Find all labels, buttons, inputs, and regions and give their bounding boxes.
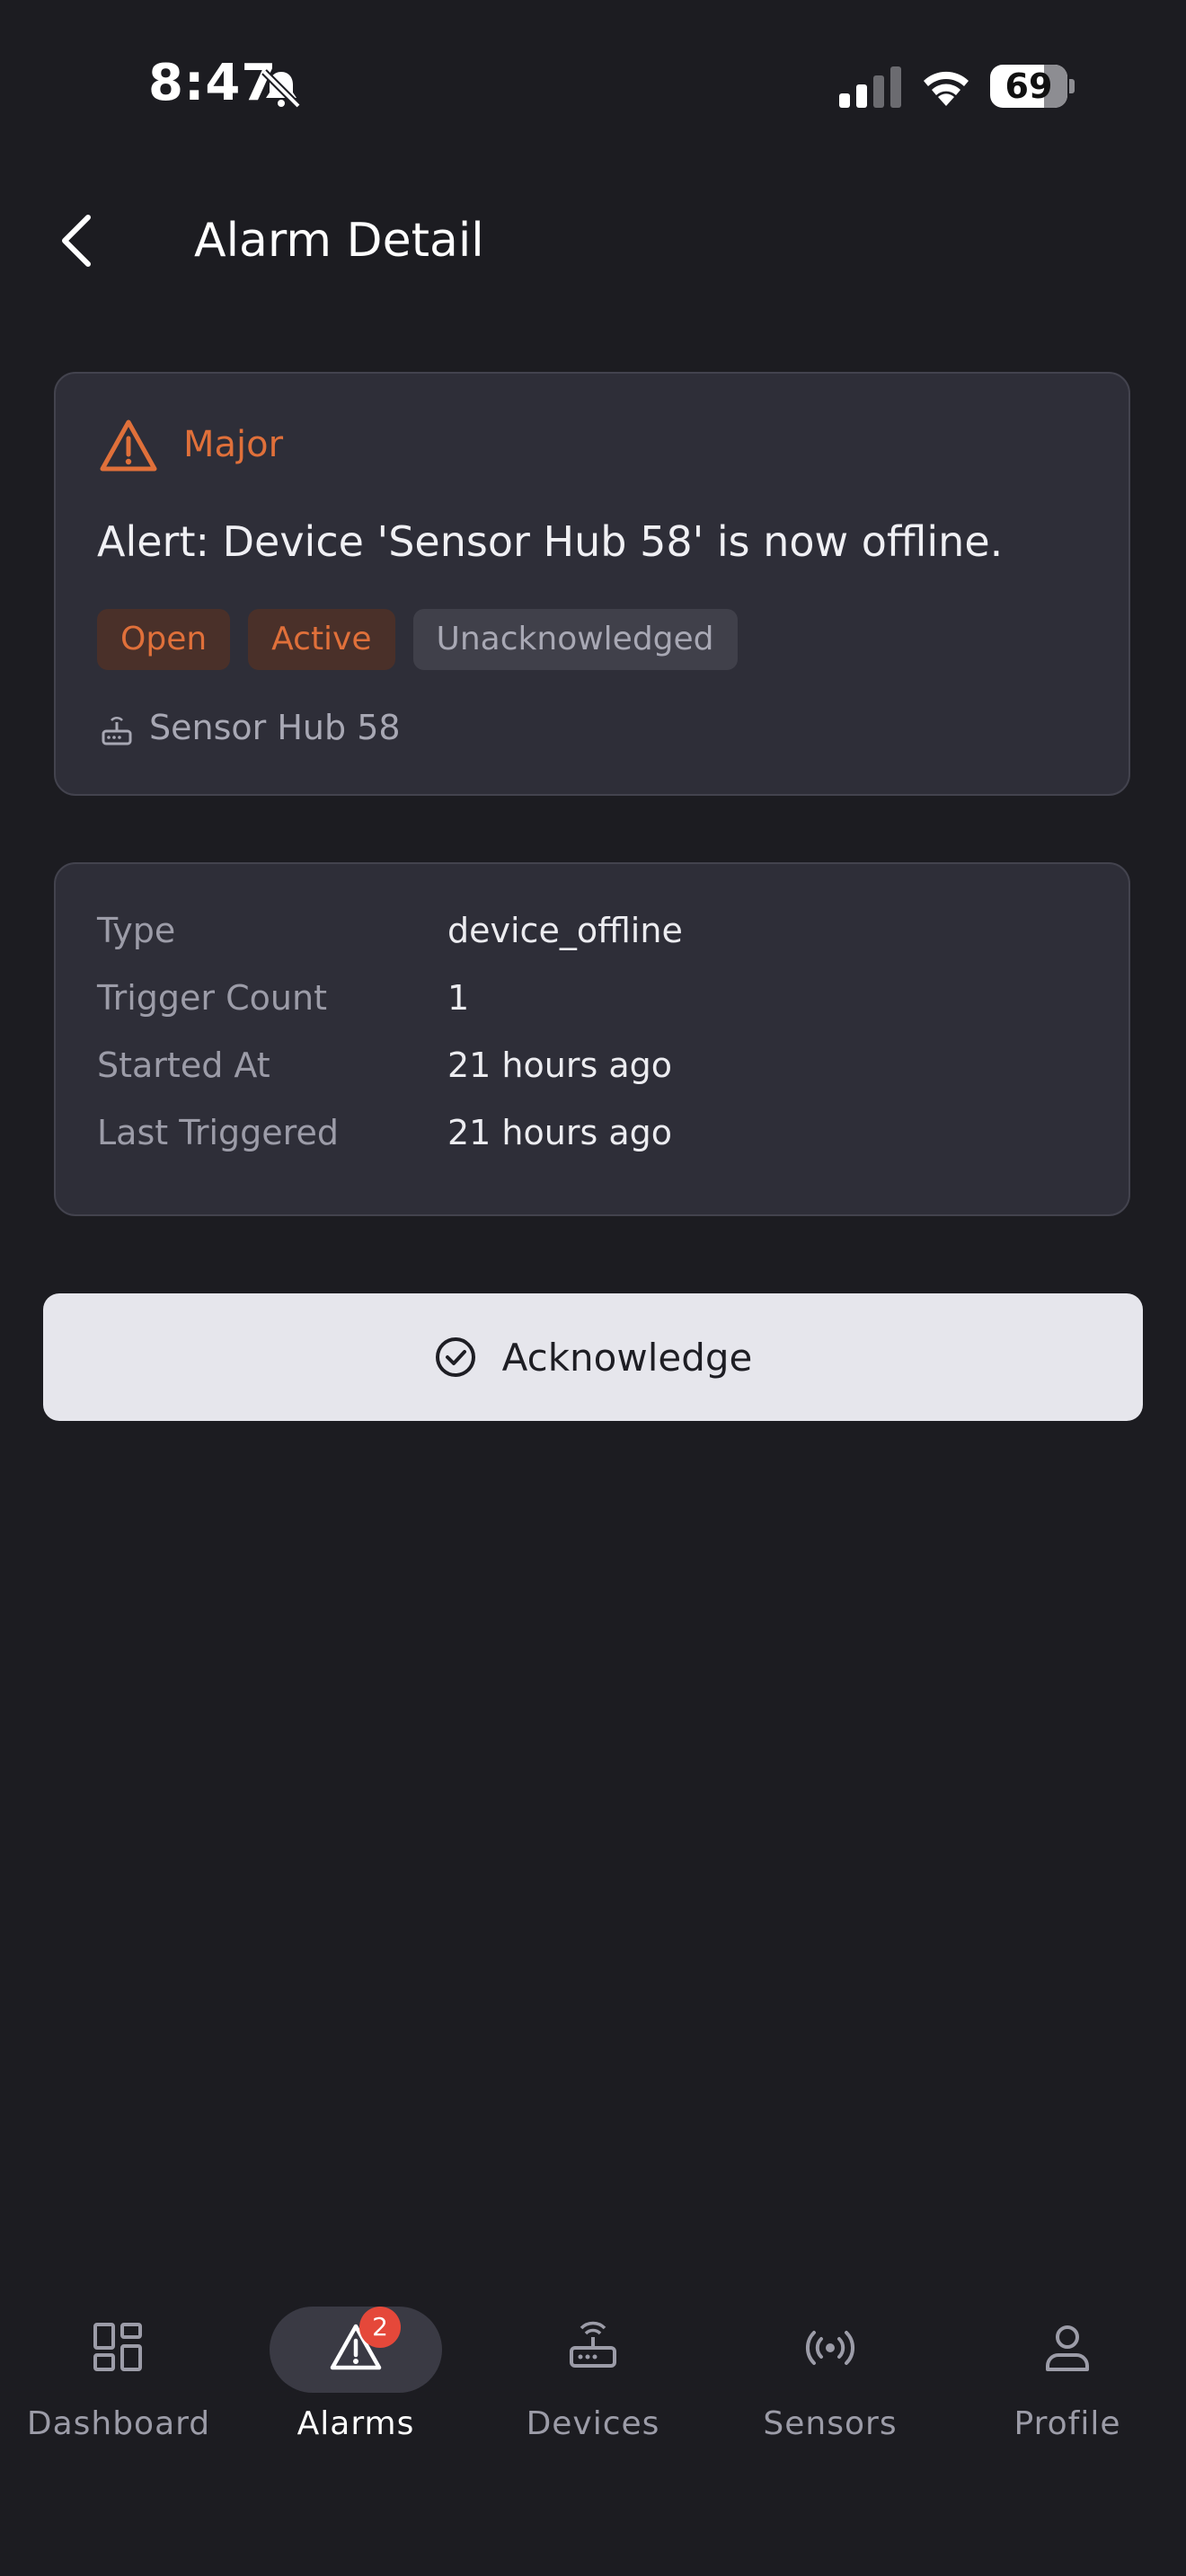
battery-indicator: 69	[990, 65, 1076, 110]
acknowledge-button[interactable]: Acknowledge	[43, 1293, 1143, 1421]
profile-icon	[1046, 2325, 1089, 2371]
detail-value: device_offline	[447, 911, 683, 950]
back-chevron-icon[interactable]	[56, 212, 99, 269]
battery-level: 69	[1005, 66, 1053, 106]
detail-label: Type	[97, 911, 176, 950]
status-chip-unacknowledged: Unacknowledged	[412, 609, 738, 670]
nav-label: Alarms	[296, 2405, 415, 2442]
severity-label: Major	[183, 424, 284, 465]
alarm-message: Alert: Device 'Sensor Hub 58' is now off…	[97, 517, 1004, 566]
nav-tab-alarms[interactable]: Alarms	[248, 2299, 464, 2452]
sensor-icon	[805, 2331, 855, 2365]
nav-label: Profile	[1013, 2405, 1121, 2442]
device-name[interactable]: Sensor Hub 58	[149, 708, 401, 747]
router-icon	[570, 2321, 616, 2368]
detail-label: Started At	[97, 1045, 270, 1085]
warning-triangle-icon	[100, 419, 157, 472]
bell-muted-icon	[261, 69, 301, 109]
nav-label: Devices	[526, 2405, 660, 2442]
nav-tab-profile[interactable]: Profile	[960, 2299, 1175, 2452]
router-icon	[102, 717, 132, 745]
wifi-icon	[924, 71, 969, 106]
nav-label: Dashboard	[26, 2405, 211, 2442]
detail-label: Trigger Count	[97, 978, 327, 1018]
detail-value: 21 hours ago	[447, 1113, 673, 1152]
detail-label: Last Triggered	[97, 1113, 339, 1152]
alarm-details-card: Type device_offline Trigger Count 1 Star…	[54, 862, 1130, 1216]
detail-value: 1	[447, 978, 470, 1018]
alarm-count-badge: 2	[359, 2307, 401, 2348]
status-chip-open: Open	[97, 609, 231, 670]
status-chip-active: Active	[248, 609, 395, 670]
nav-tab-devices[interactable]: Devices	[485, 2299, 701, 2452]
nav-tab-sensors[interactable]: Sensors	[722, 2299, 938, 2452]
dashboard-icon	[93, 2323, 142, 2371]
check-circle-icon	[435, 1337, 475, 1377]
status-chips: Open Active Unacknowledged	[97, 609, 738, 670]
detail-value: 21 hours ago	[447, 1045, 673, 1085]
nav-tab-dashboard[interactable]: Dashboard	[11, 2299, 226, 2452]
cellular-signal-icon	[839, 66, 901, 108]
status-time: 8:47	[148, 54, 278, 112]
acknowledge-label: Acknowledge	[501, 1335, 753, 1380]
alarm-summary-card: Major Alert: Device 'Sensor Hub 58' is n…	[54, 372, 1130, 796]
nav-label: Sensors	[763, 2405, 898, 2442]
page-title: Alarm Detail	[194, 214, 484, 268]
